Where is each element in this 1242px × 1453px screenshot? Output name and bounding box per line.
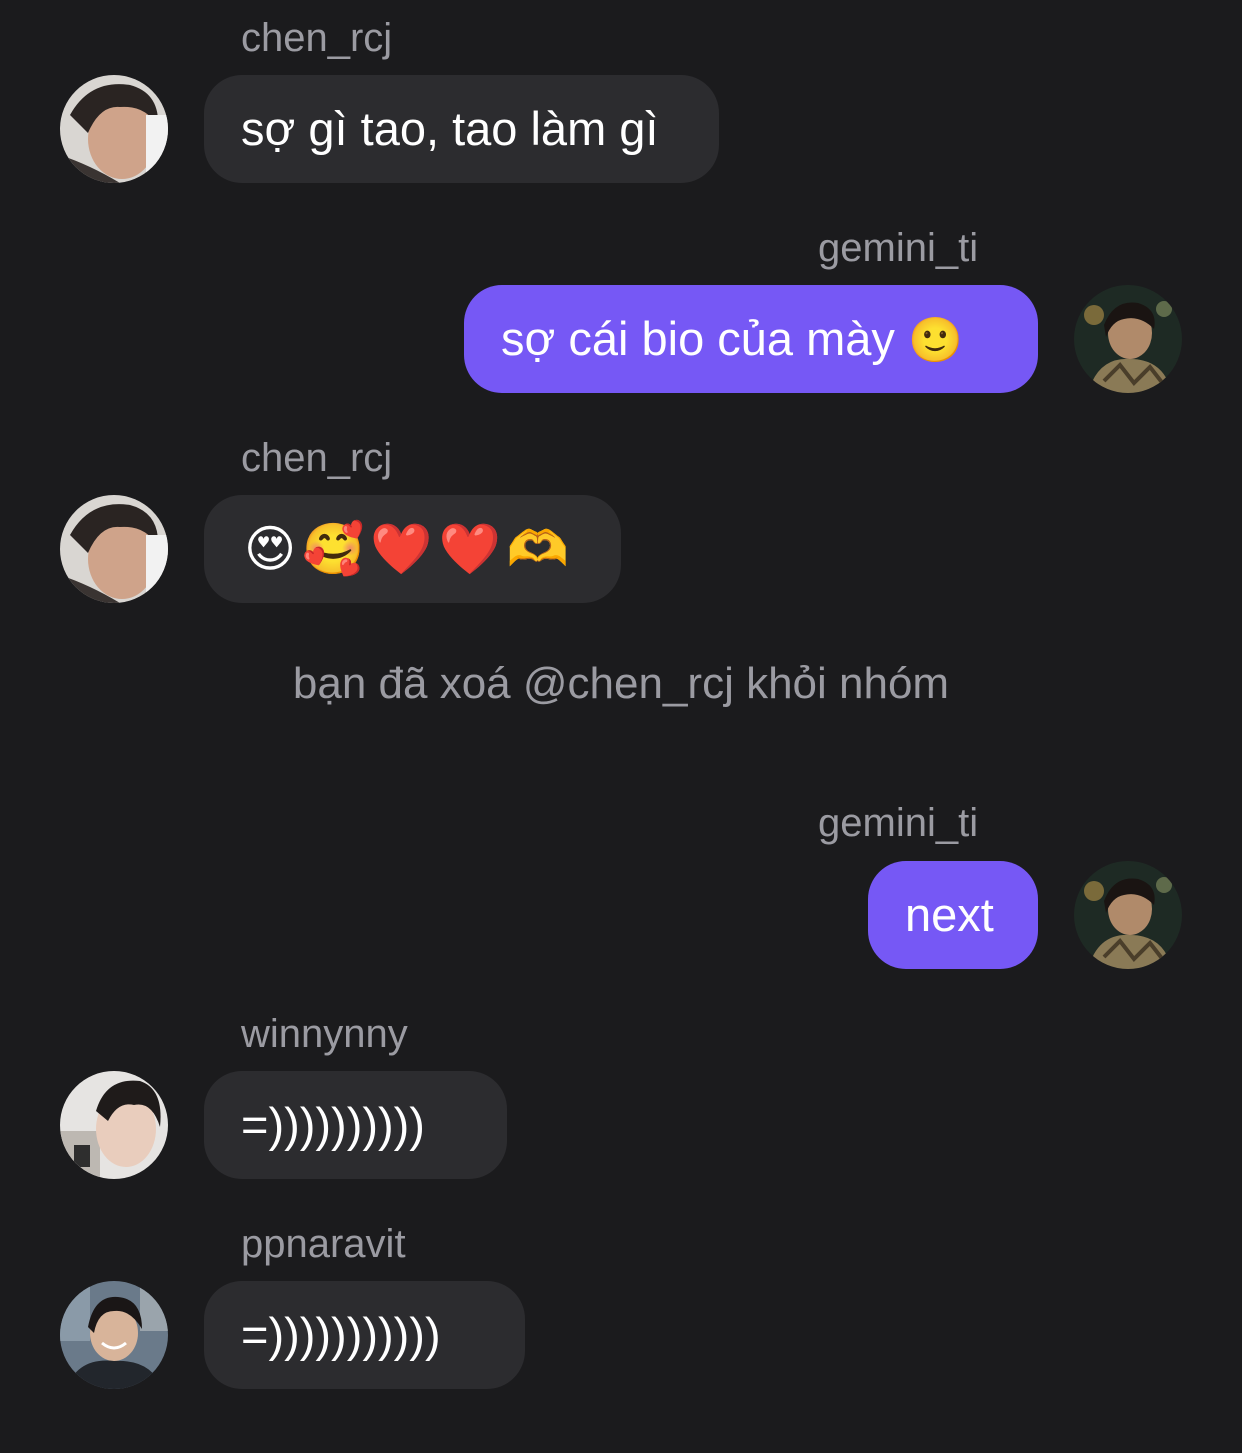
- user-avatar-winnynny[interactable]: [60, 1071, 168, 1179]
- sender-name: gemini_ti: [818, 226, 979, 270]
- sender-name: winnynny: [241, 1012, 408, 1056]
- message-bubble[interactable]: =)))))))))): [204, 1071, 507, 1179]
- message-text: next: [905, 888, 994, 941]
- sender-name: chen_rcj: [241, 16, 393, 60]
- sender-name: ppnaravit: [241, 1222, 406, 1266]
- sender-name: chen_rcj: [241, 436, 393, 480]
- user-avatar-gemini-ti[interactable]: [1074, 285, 1182, 393]
- message-bubble[interactable]: sợ gì tao, tao làm gì: [204, 75, 719, 183]
- message-bubble[interactable]: 😍🥰❤️❤️🫶: [204, 495, 621, 603]
- message-text: =)))))))))): [241, 1098, 425, 1151]
- message-text: sợ cái bio của mày: [501, 312, 895, 365]
- emoji-reaction-text: 😍🥰❤️❤️🫶: [244, 520, 576, 578]
- message-text: sợ gì tao, tao làm gì: [241, 102, 659, 155]
- message-text: =))))))))))): [241, 1308, 441, 1361]
- user-avatar-ppnaravit[interactable]: [60, 1281, 168, 1389]
- message-bubble[interactable]: =))))))))))): [204, 1281, 525, 1389]
- user-avatar-gemini-ti[interactable]: [1074, 861, 1182, 969]
- user-avatar-chen-rcj[interactable]: [60, 495, 168, 603]
- slight-smile-emoji-icon: 🙂: [908, 315, 963, 366]
- user-avatar-chen-rcj[interactable]: [60, 75, 168, 183]
- message-bubble[interactable]: sợ cái bio của mày 🙂: [464, 285, 1038, 393]
- message-bubble[interactable]: next: [868, 861, 1038, 969]
- sender-name: gemini_ti: [818, 801, 979, 845]
- system-notice: bạn đã xoá @chen_rcj khỏi nhóm: [292, 659, 950, 708]
